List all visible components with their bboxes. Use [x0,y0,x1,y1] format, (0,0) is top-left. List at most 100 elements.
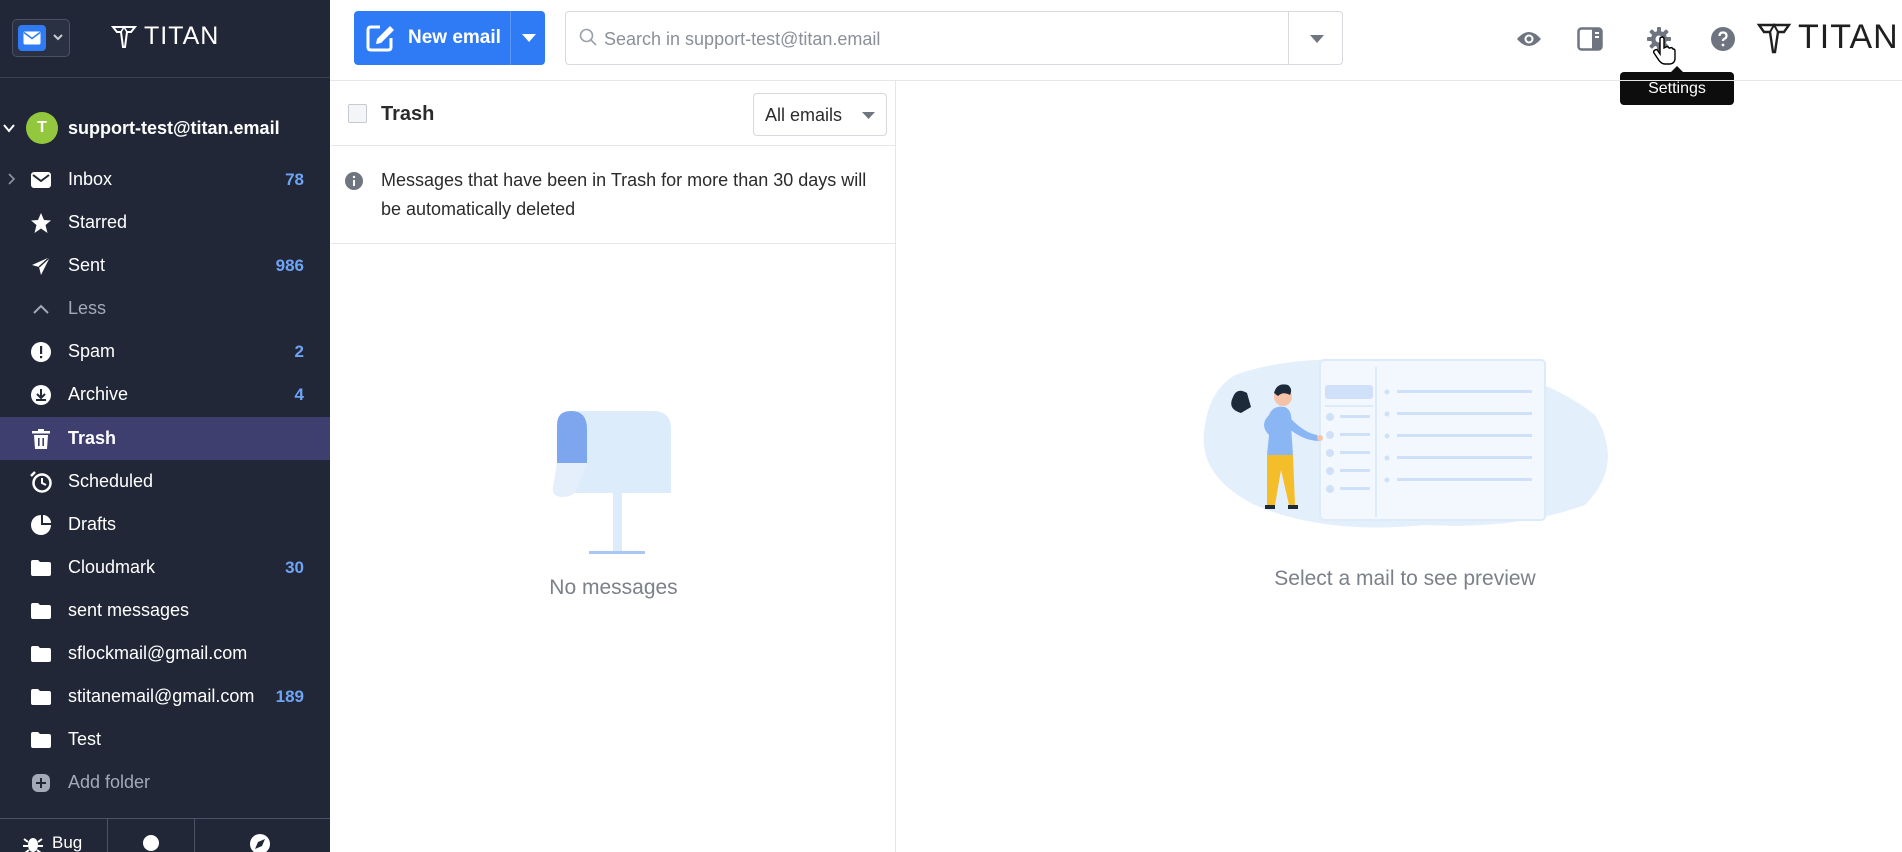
sidebar-item-label: Trash [68,428,117,448]
new-email-button[interactable]: New email [354,11,510,65]
star-icon [30,212,52,234]
new-email-options-button[interactable] [510,11,545,65]
help-icon [1711,27,1735,51]
unread-count: 30 [285,558,304,577]
bug-report-label: Bug [52,833,83,852]
email-filter-value: All emails [765,105,843,125]
select-mail-illustration [1203,359,1608,528]
info-icon [345,172,363,190]
sidebar-item-less[interactable]: Less [0,287,330,330]
folder-icon [30,643,52,665]
unread-count: 189 [275,687,304,706]
sidebar-item-label: sent messages [68,600,190,620]
sidebar-item-label: Sent [68,255,106,275]
account-email: support-test@titan.email [68,118,280,138]
add-folder-button[interactable]: Add folder [0,761,330,804]
sidebar-item-sent-messages[interactable]: sent messages [0,589,330,632]
message-list-header: Trash All emails [331,81,896,146]
titan-logo: TITAN [1756,18,1899,57]
lightbulb-icon [143,835,159,851]
chevron-down-icon [3,124,15,133]
sidebar-item-label: Test [68,729,102,749]
read-preview-button[interactable] [1514,24,1544,54]
drafts-icon [30,514,52,536]
sidebar-item-label: Starred [68,212,128,232]
sidebar-item-label: Less [68,298,107,318]
chevron-down-icon [53,34,63,41]
folder-icon [30,729,52,751]
sidebar-item-label: Add folder [68,772,151,792]
sidebar-item-label: Cloudmark [68,557,156,577]
sidebar-item-spam[interactable]: Spam 2 [0,330,330,373]
trash-icon [30,428,52,450]
search-icon [579,28,597,46]
empty-mailbox-illustration [552,411,671,554]
unread-count: 986 [275,256,304,275]
bug-icon [23,838,43,852]
account-row[interactable]: T support-test@titan.email [0,109,330,149]
sidebar-item-trash[interactable]: Trash [0,417,330,460]
sidebar-item-scheduled[interactable]: Scheduled [0,460,330,503]
empty-state-text: No messages [549,576,678,599]
bug-report-button[interactable]: Bug [0,819,108,852]
titan-logo-icon [1756,22,1792,53]
compose-icon [366,25,394,52]
email-filter-select[interactable]: All emails [753,93,887,136]
account-avatar: T [26,112,58,144]
sidebar-item-label: stitanemail@gmail.com [68,686,255,706]
split-view-icon [1577,27,1603,51]
select-all-checkbox[interactable] [348,104,367,123]
search-bar [565,11,1343,65]
sidebar-item-label: Drafts [68,514,117,534]
sidebar-item-label: Inbox [68,169,113,189]
app-switcher[interactable] [12,19,70,57]
sidebar-item-sflockmail[interactable]: sflockmail@gmail.com [0,632,330,675]
clock-icon [30,471,52,493]
new-email-button-group: New email [354,11,545,65]
lightbulb-button[interactable] [108,819,195,852]
compass-icon [250,834,270,852]
search-input[interactable] [604,24,1244,54]
unread-count: 2 [294,342,304,361]
paper-plane-icon [30,255,52,277]
layout-toggle-button[interactable] [1575,24,1605,54]
settings-tooltip: Settings [1620,66,1734,105]
search-options-icon[interactable] [1310,35,1324,43]
sidebar-item-test[interactable]: Test [0,718,330,761]
sidebar-item-cloudmark[interactable]: Cloudmark 30 [0,546,330,589]
trash-retention-text: Messages that have been in Trash for mor… [381,170,867,219]
mail-app-icon [18,25,46,51]
sidebar-item-label: Scheduled [68,471,154,491]
sidebar-item-label: sflockmail@gmail.com [68,643,248,663]
sidebar-item-drafts[interactable]: Drafts [0,503,330,546]
sidebar-brand-name: TITAN [144,22,220,50]
plus-circle-icon [30,772,52,794]
sidebar-item-label: Archive [68,384,129,404]
archive-icon [30,384,52,406]
sidebar-item-stitanemail[interactable]: stitanemail@gmail.com 189 [0,675,330,718]
help-button[interactable] [1708,24,1738,54]
alert-icon [30,341,52,363]
sidebar-item-starred[interactable]: Starred [0,201,330,244]
sidebar-item-inbox[interactable]: Inbox 78 [0,158,330,201]
chevron-right-icon[interactable] [6,172,16,186]
unread-count: 4 [294,385,304,404]
envelope-icon [30,169,52,191]
sidebar-item-archive[interactable]: Archive 4 [0,373,330,416]
caret-down-icon [862,112,875,119]
eye-icon [1517,32,1541,46]
chevron-up-icon [30,298,52,320]
folder-title: Trash [381,103,435,125]
sidebar: TITAN T support-test@titan.email Inbox 7… [0,0,330,852]
sidebar-item-sent[interactable]: Sent 986 [0,244,330,287]
explore-button[interactable] [195,819,330,852]
folder-icon [30,686,52,708]
sidebar-footer: Bug [0,818,330,852]
pointer-cursor-icon [1652,36,1676,65]
titan-logo: TITAN [110,22,219,51]
titan-logo-icon [110,25,138,48]
message-list-pane: Trash All emails Messages that have been… [331,81,896,852]
unread-count: 78 [285,170,304,189]
preview-empty-text: Select a mail to see preview [1274,567,1536,590]
sidebar-item-label: Spam [68,341,116,361]
